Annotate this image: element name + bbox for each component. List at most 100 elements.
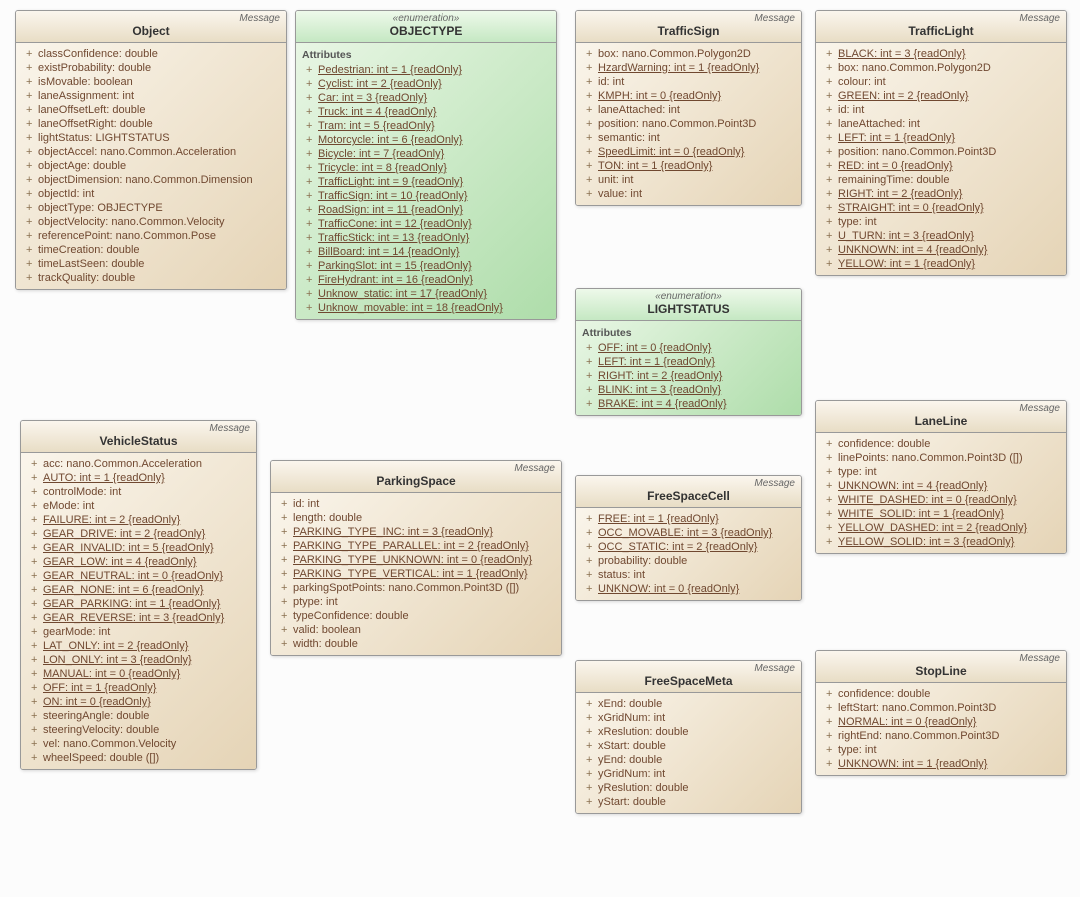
attribute-row[interactable]: +trackQuality: double	[22, 271, 280, 285]
attribute-row[interactable]: +Unknow_movable: int = 18 {readOnly}	[302, 301, 550, 315]
class-box-object[interactable]: MessageObject+classConfidence: double+ex…	[15, 10, 287, 290]
attribute-row[interactable]: +YELLOW: int = 1 {readOnly}	[822, 257, 1060, 271]
attribute-row[interactable]: +RIGHT: int = 2 {readOnly}	[822, 187, 1060, 201]
attribute-row[interactable]: +TON: int = 1 {readOnly}	[582, 159, 795, 173]
attribute-row[interactable]: +U_TURN: int = 3 {readOnly}	[822, 229, 1060, 243]
attribute-row[interactable]: +confidence: double	[822, 437, 1060, 451]
class-box-trafficsign[interactable]: MessageTrafficSign+box: nano.Common.Poly…	[575, 10, 802, 206]
attribute-row[interactable]: +typeConfidence: double	[277, 609, 555, 623]
attribute-row[interactable]: +lightStatus: LIGHTSTATUS	[22, 131, 280, 145]
class-box-stopline[interactable]: MessageStopLine+confidence: double+leftS…	[815, 650, 1067, 776]
attribute-row[interactable]: +probability: double	[582, 554, 795, 568]
attribute-row[interactable]: +LEFT: int = 1 {readOnly}	[582, 355, 795, 369]
attribute-row[interactable]: +isMovable: boolean	[22, 75, 280, 89]
attribute-row[interactable]: +type: int	[822, 743, 1060, 757]
attribute-row[interactable]: +GREEN: int = 2 {readOnly}	[822, 89, 1060, 103]
attribute-row[interactable]: +BLACK: int = 3 {readOnly}	[822, 47, 1060, 61]
attribute-row[interactable]: +KMPH: int = 0 {readOnly}	[582, 89, 795, 103]
attribute-row[interactable]: +laneAttached: int	[822, 117, 1060, 131]
attribute-row[interactable]: +eMode: int	[27, 499, 250, 513]
attribute-row[interactable]: +Pedestrian: int = 1 {readOnly}	[302, 63, 550, 77]
attribute-row[interactable]: +referencePoint: nano.Common.Pose	[22, 229, 280, 243]
attribute-row[interactable]: +GEAR_LOW: int = 4 {readOnly}	[27, 555, 250, 569]
attribute-row[interactable]: +TrafficLight: int = 9 {readOnly}	[302, 175, 550, 189]
attribute-row[interactable]: +width: double	[277, 637, 555, 651]
attribute-row[interactable]: +RIGHT: int = 2 {readOnly}	[582, 369, 795, 383]
attribute-row[interactable]: +yReslution: double	[582, 781, 795, 795]
attribute-row[interactable]: +Truck: int = 4 {readOnly}	[302, 105, 550, 119]
attribute-row[interactable]: +GEAR_NONE: int = 6 {readOnly}	[27, 583, 250, 597]
attribute-row[interactable]: +steeringAngle: double	[27, 709, 250, 723]
attribute-row[interactable]: +value: int	[582, 187, 795, 201]
attribute-row[interactable]: +objectAge: double	[22, 159, 280, 173]
attribute-row[interactable]: +laneAssignment: int	[22, 89, 280, 103]
attribute-row[interactable]: +OFF: int = 1 {readOnly}	[27, 681, 250, 695]
attribute-row[interactable]: +id: int	[822, 103, 1060, 117]
attribute-row[interactable]: +LON_ONLY: int = 3 {readOnly}	[27, 653, 250, 667]
attribute-row[interactable]: +leftStart: nano.Common.Point3D	[822, 701, 1060, 715]
attribute-row[interactable]: +type: int	[822, 215, 1060, 229]
class-box-vehiclestatus[interactable]: MessageVehicleStatus+acc: nano.Common.Ac…	[20, 420, 257, 770]
attribute-row[interactable]: +yStart: double	[582, 795, 795, 809]
attribute-row[interactable]: +YELLOW_DASHED: int = 2 {readOnly}	[822, 521, 1060, 535]
attribute-row[interactable]: +AUTO: int = 1 {readOnly}	[27, 471, 250, 485]
attribute-row[interactable]: +parkingSpotPoints: nano.Common.Point3D …	[277, 581, 555, 595]
attribute-row[interactable]: +STRAIGHT: int = 0 {readOnly}	[822, 201, 1060, 215]
attribute-row[interactable]: +PARKING_TYPE_PARALLEL: int = 2 {readOnl…	[277, 539, 555, 553]
attribute-row[interactable]: +laneOffsetLeft: double	[22, 103, 280, 117]
attribute-row[interactable]: +yEnd: double	[582, 753, 795, 767]
attribute-row[interactable]: +PARKING_TYPE_INC: int = 3 {readOnly}	[277, 525, 555, 539]
attribute-row[interactable]: +timeCreation: double	[22, 243, 280, 257]
attribute-row[interactable]: +RoadSign: int = 11 {readOnly}	[302, 203, 550, 217]
attribute-row[interactable]: +UNKNOW: int = 0 {readOnly}	[582, 582, 795, 596]
attribute-row[interactable]: +objectVelocity: nano.Common.Velocity	[22, 215, 280, 229]
attribute-row[interactable]: +Cyclist: int = 2 {readOnly}	[302, 77, 550, 91]
attribute-row[interactable]: +PARKING_TYPE_VERTICAL: int = 1 {readOnl…	[277, 567, 555, 581]
attribute-row[interactable]: +controlMode: int	[27, 485, 250, 499]
class-box-parkingspace[interactable]: MessageParkingSpace+id: int+length: doub…	[270, 460, 562, 656]
attribute-row[interactable]: +id: int	[582, 75, 795, 89]
attribute-row[interactable]: +Motorcycle: int = 6 {readOnly}	[302, 133, 550, 147]
attribute-row[interactable]: +valid: boolean	[277, 623, 555, 637]
attribute-row[interactable]: +id: int	[277, 497, 555, 511]
attribute-row[interactable]: +type: int	[822, 465, 1060, 479]
attribute-row[interactable]: +objectType: OBJECTYPE	[22, 201, 280, 215]
attribute-row[interactable]: +objectAccel: nano.Common.Acceleration	[22, 145, 280, 159]
attribute-row[interactable]: +UNKNOWN: int = 1 {readOnly}	[822, 757, 1060, 771]
attribute-row[interactable]: +OCC_STATIC: int = 2 {readOnly}	[582, 540, 795, 554]
class-box-lightstatus[interactable]: «enumeration»LIGHTSTATUSAttributes+OFF: …	[575, 288, 802, 416]
attribute-row[interactable]: +xReslution: double	[582, 725, 795, 739]
attribute-row[interactable]: +PARKING_TYPE_UNKNOWN: int = 0 {readOnly…	[277, 553, 555, 567]
attribute-row[interactable]: +OCC_MOVABLE: int = 3 {readOnly}	[582, 526, 795, 540]
attribute-row[interactable]: +BLINK: int = 3 {readOnly}	[582, 383, 795, 397]
attribute-row[interactable]: +UNKNOWN: int = 4 {readOnly}	[822, 479, 1060, 493]
attribute-row[interactable]: +WHITE_DASHED: int = 0 {readOnly}	[822, 493, 1060, 507]
attribute-row[interactable]: +OFF: int = 0 {readOnly}	[582, 341, 795, 355]
attribute-row[interactable]: +LEFT: int = 1 {readOnly}	[822, 131, 1060, 145]
attribute-row[interactable]: +ptype: int	[277, 595, 555, 609]
attribute-row[interactable]: +RED: int = 0 {readOnly}	[822, 159, 1060, 173]
attribute-row[interactable]: +GEAR_NEUTRAL: int = 0 {readOnly}	[27, 569, 250, 583]
attribute-row[interactable]: +wheelSpeed: double ([])	[27, 751, 250, 765]
attribute-row[interactable]: +FAILURE: int = 2 {readOnly}	[27, 513, 250, 527]
attribute-row[interactable]: +objectId: int	[22, 187, 280, 201]
attribute-row[interactable]: +length: double	[277, 511, 555, 525]
attribute-row[interactable]: +ParkingSlot: int = 15 {readOnly}	[302, 259, 550, 273]
attribute-row[interactable]: +box: nano.Common.Polygon2D	[582, 47, 795, 61]
attribute-row[interactable]: +Tricycle: int = 8 {readOnly}	[302, 161, 550, 175]
attribute-row[interactable]: +NORMAL: int = 0 {readOnly}	[822, 715, 1060, 729]
attribute-row[interactable]: +xGridNum: int	[582, 711, 795, 725]
attribute-row[interactable]: +TrafficStick: int = 13 {readOnly}	[302, 231, 550, 245]
attribute-row[interactable]: +classConfidence: double	[22, 47, 280, 61]
class-box-laneline[interactable]: MessageLaneLine+confidence: double+lineP…	[815, 400, 1067, 554]
attribute-row[interactable]: +gearMode: int	[27, 625, 250, 639]
attribute-row[interactable]: +xStart: double	[582, 739, 795, 753]
attribute-row[interactable]: +Bicycle: int = 7 {readOnly}	[302, 147, 550, 161]
attribute-row[interactable]: +WHITE_SOLID: int = 1 {readOnly}	[822, 507, 1060, 521]
attribute-row[interactable]: +existProbability: double	[22, 61, 280, 75]
attribute-row[interactable]: +BillBoard: int = 14 {readOnly}	[302, 245, 550, 259]
attribute-row[interactable]: +rightEnd: nano.Common.Point3D	[822, 729, 1060, 743]
attribute-row[interactable]: +colour: int	[822, 75, 1060, 89]
attribute-row[interactable]: +confidence: double	[822, 687, 1060, 701]
class-box-trafficlight[interactable]: MessageTrafficLight+BLACK: int = 3 {read…	[815, 10, 1067, 276]
